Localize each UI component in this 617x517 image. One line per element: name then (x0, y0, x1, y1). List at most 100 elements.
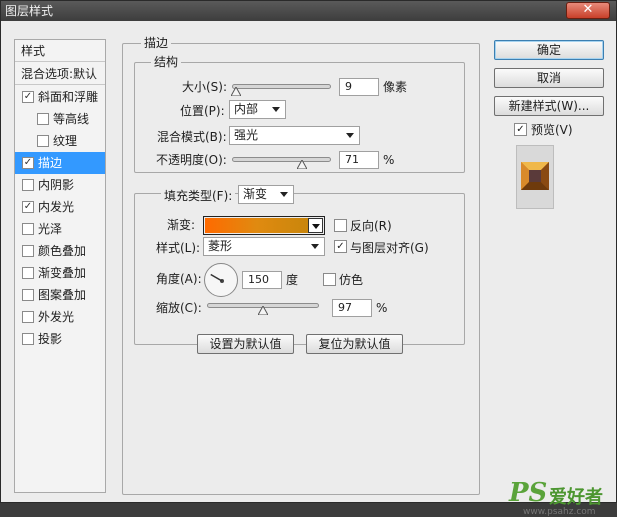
style-list-item-label: 颜色叠加 (38, 244, 87, 258)
position-value: 内部 (234, 102, 259, 116)
scale-unit: % (376, 301, 388, 315)
new-style-button[interactable]: 新建样式(W)... (494, 96, 604, 116)
style-list-item-label: 等高线 (53, 112, 90, 126)
close-button[interactable]: ✕ (566, 2, 610, 19)
gradient-style-value: 菱形 (208, 239, 233, 253)
style-list-item[interactable]: 外发光 (15, 306, 105, 328)
size-slider-track[interactable] (232, 84, 331, 89)
style-checkbox[interactable]: ✓ (22, 91, 34, 103)
size-unit: 像素 (383, 80, 408, 94)
position-label: 位置(P): (180, 104, 225, 118)
opacity-slider-track[interactable] (232, 157, 331, 162)
blend-mode-label: 混合模式(B): (157, 130, 227, 144)
style-checkbox[interactable] (37, 113, 49, 125)
style-list: 样式 混合选项:默认 ✓ 斜面和浮雕等高线纹理 ✓ 描边内阴影 ✓ 内发光光泽颜色叠加渐变… (14, 39, 106, 493)
style-list-item[interactable]: 内阴影 (15, 174, 105, 196)
style-list-item[interactable]: ✓ 描边 (15, 152, 105, 174)
style-list-item-label: 渐变叠加 (38, 266, 87, 280)
style-list-item-label: 内发光 (38, 200, 75, 214)
size-slider-thumb[interactable] (230, 87, 241, 96)
style-list-header[interactable]: 样式 (15, 40, 105, 62)
blend-mode-value: 强光 (234, 128, 259, 142)
window-title: 图层样式 (5, 4, 54, 18)
gradient-style-select[interactable]: 菱形 (203, 237, 325, 256)
size-input[interactable]: 9 (339, 78, 379, 96)
size-label: 大小(S): (182, 80, 228, 94)
watermark-url: www.psahz.com (523, 507, 596, 517)
style-list-item[interactable]: 投影 (15, 328, 105, 350)
gradient-picker[interactable] (203, 216, 325, 235)
chevron-down-icon (311, 244, 319, 249)
dialog-body: 样式 混合选项:默认 ✓ 斜面和浮雕 等高线 纹理 ✓ 描边 内阴影 ✓ 内发光 光泽 颜色叠加 渐变… (1, 21, 616, 517)
style-checkbox[interactable] (22, 267, 34, 279)
style-checkbox[interactable] (37, 135, 49, 147)
opacity-input[interactable]: 71 (339, 151, 379, 169)
style-checkbox[interactable] (22, 223, 34, 235)
style-list-item-label: 斜面和浮雕 (38, 90, 99, 104)
style-checkbox[interactable]: ✓ (22, 157, 34, 169)
opacity-unit: % (383, 153, 395, 167)
style-list-item[interactable]: 等高线 (15, 108, 105, 130)
style-list-item[interactable]: 图案叠加 (15, 284, 105, 306)
watermark-name: 爱好者 (549, 487, 603, 508)
style-list-item-label: 纹理 (53, 134, 78, 148)
stroke-panel-title: 描边 (141, 36, 172, 50)
chevron-down-icon (272, 107, 280, 112)
style-checkbox[interactable] (22, 311, 34, 323)
fill-type-value: 渐变 (243, 187, 268, 201)
preview-checkbox[interactable]: ✓ (514, 123, 527, 136)
style-label: 样式(L): (156, 241, 201, 255)
preview-label: 预览(V) (531, 123, 573, 137)
structure-title: 结构 (151, 55, 182, 69)
scale-label: 缩放(C): (156, 301, 202, 315)
style-list-item-label: 投影 (38, 332, 63, 346)
style-list-item[interactable]: 渐变叠加 (15, 262, 105, 284)
reverse-label: 反向(R) (350, 219, 392, 233)
style-list-item[interactable]: 纹理 (15, 130, 105, 152)
style-list-item-label: 内阴影 (38, 178, 75, 192)
fill-type-label: 填充类型(F): (161, 188, 236, 204)
chevron-down-icon (346, 133, 354, 138)
style-list-item-label: 光泽 (38, 222, 63, 236)
reset-default-button[interactable]: 复位为默认值 (306, 334, 403, 354)
angle-needle-icon (210, 273, 224, 283)
style-list-item-label: 外发光 (38, 310, 75, 324)
gradient-label: 渐变: (167, 218, 196, 232)
angle-dial[interactable] (204, 263, 238, 297)
angle-input[interactable]: 150 (242, 271, 282, 289)
chevron-down-icon (280, 192, 288, 197)
angle-label: 角度(A): (156, 272, 202, 286)
style-preview-icon (521, 162, 549, 190)
style-list-item[interactable]: ✓ 斜面和浮雕 (15, 86, 105, 108)
style-checkbox[interactable] (22, 245, 34, 257)
style-list-item-label: 图案叠加 (38, 288, 87, 302)
align-with-layer-label: 与图层对齐(G) (350, 241, 429, 255)
style-list-item[interactable]: 颜色叠加 (15, 240, 105, 262)
position-select[interactable]: 内部 (229, 100, 286, 119)
blending-options-item[interactable]: 混合选项:默认 (15, 63, 105, 85)
align-with-layer-checkbox[interactable]: ✓ (334, 240, 347, 253)
dither-checkbox[interactable] (323, 273, 336, 286)
opacity-slider-thumb[interactable] (297, 160, 308, 169)
style-list-item-label: 描边 (38, 156, 63, 170)
watermark-logo: PS (509, 478, 548, 508)
opacity-label: 不透明度(O): (156, 153, 227, 167)
style-checkbox[interactable]: ✓ (22, 201, 34, 213)
ok-button[interactable]: 确定 (494, 40, 604, 60)
style-list-item[interactable]: ✓ 内发光 (15, 196, 105, 218)
gradient-preview (205, 218, 308, 233)
scale-slider-thumb[interactable] (258, 306, 268, 315)
set-default-button[interactable]: 设置为默认值 (197, 334, 294, 354)
fill-type-select[interactable]: 渐变 (238, 185, 294, 204)
cancel-button[interactable]: 取消 (494, 68, 604, 88)
style-list-item[interactable]: 光泽 (15, 218, 105, 240)
style-checkbox[interactable] (22, 179, 34, 191)
blend-mode-select[interactable]: 强光 (229, 126, 360, 145)
style-checkbox[interactable] (22, 333, 34, 345)
reverse-checkbox[interactable] (334, 219, 347, 232)
dither-label: 仿色 (339, 273, 364, 287)
chevron-down-icon[interactable] (308, 218, 323, 233)
scale-input[interactable]: 97 (332, 299, 372, 317)
layer-style-dialog: 图层样式 ✕ 样式 混合选项:默认 ✓ 斜面和浮雕等高线纹理 ✓ 描边内阴影 ✓ 内发光光… (0, 0, 617, 517)
style-checkbox[interactable] (22, 289, 34, 301)
